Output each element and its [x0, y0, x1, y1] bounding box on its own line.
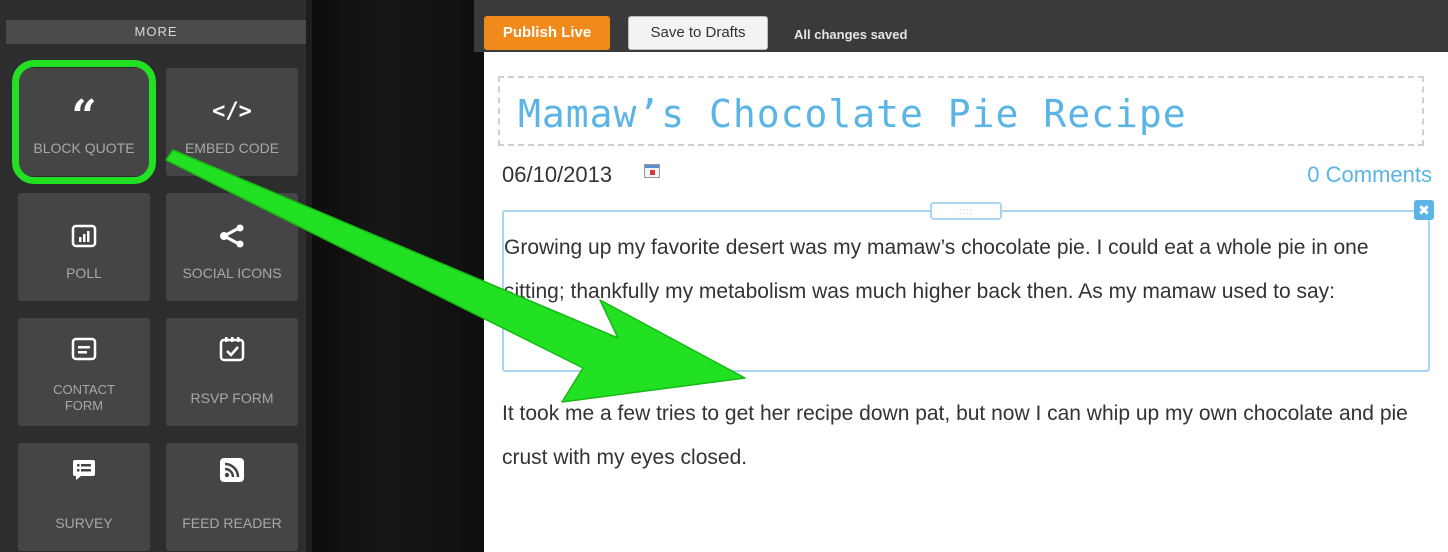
social-icons-tile[interactable]: SOCIAL ICONS — [166, 193, 298, 301]
save-to-drafts-button[interactable]: Save to Drafts — [628, 16, 768, 50]
rss-icon — [166, 453, 298, 487]
poll-label: POLL — [66, 265, 102, 281]
social-icons-label: SOCIAL ICONS — [182, 265, 282, 281]
comments-link[interactable]: 0 Comments — [1307, 162, 1432, 188]
calendar-check-icon — [166, 332, 298, 366]
workspace-background — [312, 0, 484, 552]
poll-tile[interactable]: POLL — [18, 193, 150, 301]
post-date[interactable]: 06/10/2013 — [502, 162, 612, 188]
drag-handle-icon[interactable]: :::: — [930, 202, 1002, 220]
contact-form-label: CONTACT FORM — [53, 382, 115, 413]
editor-toolbar: Publish Live Save to Drafts All changes … — [474, 0, 1448, 52]
survey-label: SURVEY — [55, 515, 113, 531]
close-icon[interactable]: ✖ — [1414, 200, 1434, 220]
feed-reader-label: FEED READER — [182, 515, 282, 531]
calendar-icon[interactable] — [644, 164, 660, 178]
list-icon — [18, 453, 150, 487]
highlight-ring — [12, 60, 156, 184]
save-status: All changes saved — [794, 27, 908, 42]
embed-code-tile[interactable]: </> EMBED CODE — [166, 68, 298, 176]
share-icon — [166, 219, 298, 253]
survey-tile[interactable]: SURVEY — [18, 443, 150, 551]
code-icon: </> — [212, 98, 252, 124]
publish-live-button[interactable]: Publish Live — [484, 16, 610, 50]
feed-reader-tile[interactable]: FEED READER — [166, 443, 298, 551]
rsvp-form-tile[interactable]: RSVP FORM — [166, 318, 298, 426]
post-title[interactable]: Mamaw’s Chocolate Pie Recipe — [518, 92, 1187, 136]
paragraph-2[interactable]: It took me a few tries to get her recipe… — [502, 392, 1422, 480]
rsvp-form-label: RSVP FORM — [190, 390, 274, 406]
contact-form-tile[interactable]: CONTACT FORM — [18, 318, 150, 426]
sidebar-header: MORE — [6, 20, 306, 44]
title-field[interactable]: Mamaw’s Chocolate Pie Recipe — [498, 76, 1424, 146]
form-icon — [18, 332, 150, 366]
post-editor: Mamaw’s Chocolate Pie Recipe 06/10/2013 … — [484, 62, 1448, 552]
embed-code-label: EMBED CODE — [184, 140, 280, 156]
text-block[interactable]: :::: ✖ Growing up my favorite desert was… — [502, 200, 1434, 372]
poll-icon — [18, 219, 150, 253]
paragraph-1[interactable]: Growing up my favorite desert was my mam… — [504, 226, 1424, 314]
